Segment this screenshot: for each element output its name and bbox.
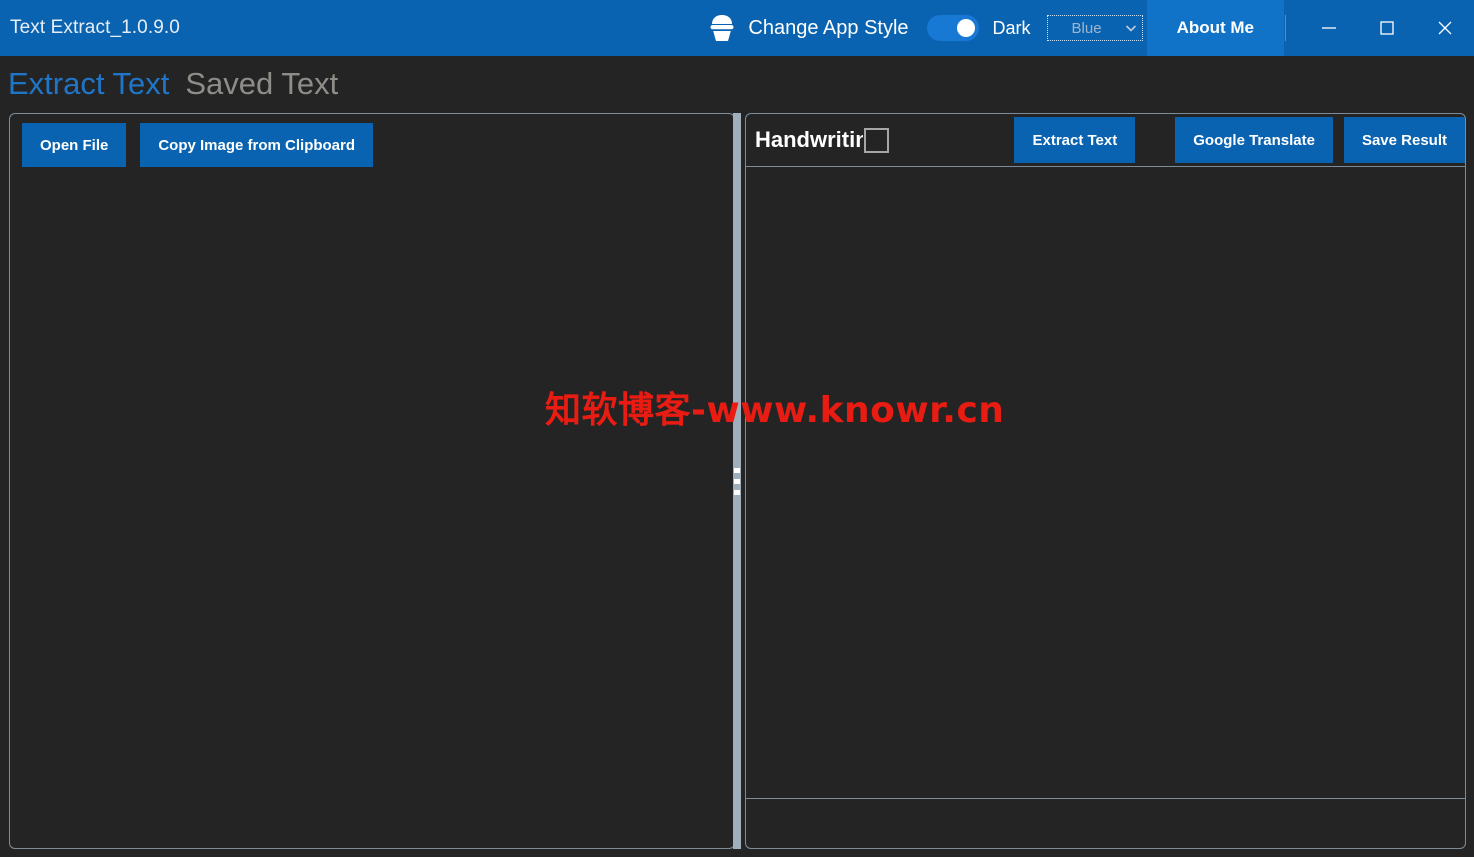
tab-saved-text[interactable]: Saved Text: [169, 68, 338, 99]
window-controls: [1300, 0, 1474, 56]
close-button[interactable]: [1416, 0, 1474, 56]
toggle-knob: [956, 19, 975, 37]
change-app-style-label: Change App Style: [748, 16, 909, 39]
dark-mode-label: Dark: [992, 17, 1031, 38]
tab-strip: Extract Text Saved Text: [0, 56, 1474, 111]
app-style-group: Change App Style Dark Blue: [705, 0, 1146, 56]
splitter-grip-dot: [734, 478, 740, 484]
handwriting-label: Handwriting: [755, 127, 863, 152]
image-panel: Open File Copy Image from Clipboard: [9, 113, 735, 849]
cupcake-icon: [705, 13, 739, 43]
save-result-button[interactable]: Save Result: [1343, 117, 1465, 163]
result-panel: Handwriting Extract Text Google Translat…: [745, 113, 1466, 849]
result-text-area[interactable]: [746, 168, 1465, 798]
chevron-down-icon: [1124, 21, 1138, 35]
result-action-buttons: Extract Text Google Translate Save Resul…: [1014, 114, 1465, 167]
minimize-button[interactable]: [1300, 0, 1358, 56]
result-panel-footer[interactable]: [746, 799, 1465, 848]
google-translate-button[interactable]: Google Translate: [1175, 117, 1333, 163]
accent-color-value: Blue: [1071, 19, 1102, 37]
copy-image-clipboard-button[interactable]: Copy Image from Clipboard: [140, 123, 374, 167]
extract-text-button[interactable]: Extract Text: [1014, 117, 1136, 163]
image-panel-toolbar: Open File Copy Image from Clipboard: [10, 114, 734, 167]
panel-splitter[interactable]: [733, 113, 741, 849]
result-panel-toolbar: Handwriting Extract Text Google Translat…: [746, 114, 1465, 167]
app-title: Text Extract_1.0.9.0: [10, 17, 180, 38]
title-bar: Text Extract_1.0.9.0 Change App Style Da…: [0, 0, 1474, 56]
maximize-button[interactable]: [1358, 0, 1416, 56]
open-file-button[interactable]: Open File: [22, 123, 127, 167]
maximize-icon: [1378, 19, 1396, 37]
tab-extract-text[interactable]: Extract Text: [0, 68, 169, 99]
titlebar-separator: [1285, 15, 1286, 41]
minimize-icon: [1320, 19, 1338, 37]
splitter-grip-dot: [734, 489, 740, 495]
about-me-button[interactable]: About Me: [1146, 0, 1284, 56]
accent-color-select[interactable]: Blue: [1046, 15, 1143, 41]
handwriting-checkbox[interactable]: [864, 127, 889, 153]
close-icon: [1435, 18, 1455, 38]
image-preview-area[interactable]: [10, 176, 734, 848]
dark-mode-toggle[interactable]: [926, 15, 979, 41]
splitter-grip-dot: [734, 467, 740, 473]
